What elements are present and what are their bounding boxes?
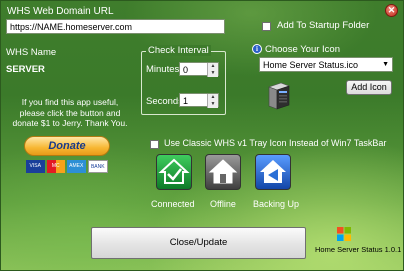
version-label: Home Server Status 1.0.1	[315, 245, 402, 254]
app-window: WHS Web Domain URL https://NAME.homeserv…	[0, 0, 404, 271]
startup-checkbox[interactable]	[262, 22, 271, 31]
visa-card-icon: VISA	[26, 160, 45, 173]
backing-up-status-icon	[255, 154, 291, 190]
domain-url-label: WHS Web Domain URL	[7, 6, 114, 17]
connected-status-icon	[156, 154, 192, 190]
seconds-label: Seconds	[146, 96, 183, 107]
donate-message: If you find this app useful, please clic…	[12, 97, 128, 128]
connected-label: Connected	[151, 199, 195, 209]
mastercard-icon: MC	[46, 160, 65, 173]
server-icon	[265, 81, 291, 111]
offline-label: Offline	[210, 199, 236, 209]
whs-name-label: WHS Name	[6, 47, 57, 58]
classic-tray-label: Use Classic WHS v1 Tray Icon Instead of …	[164, 138, 387, 148]
donate-button[interactable]: Donate VISA MC AMEX BANK	[24, 136, 110, 176]
check-interval-title: Check Interval	[146, 45, 211, 56]
seconds-spinner[interactable]: ▲ ▼	[207, 94, 218, 108]
seconds-value: 1	[183, 96, 189, 106]
domain-url-input[interactable]: https://NAME.homeserver.com	[6, 19, 225, 34]
windows-logo-icon	[337, 227, 351, 241]
minutes-input[interactable]: 0 ▲ ▼	[179, 62, 219, 77]
classic-tray-checkbox[interactable]	[150, 140, 159, 149]
minutes-spinner[interactable]: ▲ ▼	[207, 63, 218, 77]
amex-card-icon: AMEX	[67, 160, 86, 173]
minutes-label: Minutes	[146, 64, 180, 75]
bank-card-icon: BANK	[87, 160, 108, 173]
icon-select[interactable]: Home Server Status.ico ▼	[259, 57, 393, 72]
backing-up-label: Backing Up	[253, 199, 300, 209]
icon-select-value: Home Server Status.ico	[263, 60, 359, 70]
minutes-value: 0	[183, 65, 189, 75]
close-update-button[interactable]: Close/Update	[91, 227, 306, 259]
whs-name-value: SERVER	[6, 64, 45, 75]
close-icon[interactable]: ✕	[385, 4, 398, 17]
donate-label: Donate	[24, 136, 110, 156]
startup-label: Add To Startup Folder	[277, 20, 370, 31]
choose-icon-label: Choose Your Icon	[265, 44, 341, 55]
card-logos: VISA MC AMEX BANK	[26, 160, 108, 173]
offline-status-icon	[205, 154, 241, 190]
chevron-down-icon: ▼	[382, 61, 389, 68]
info-icon: i	[252, 44, 262, 54]
seconds-input[interactable]: 1 ▲ ▼	[179, 93, 219, 108]
add-icon-button[interactable]: Add Icon	[346, 80, 392, 95]
